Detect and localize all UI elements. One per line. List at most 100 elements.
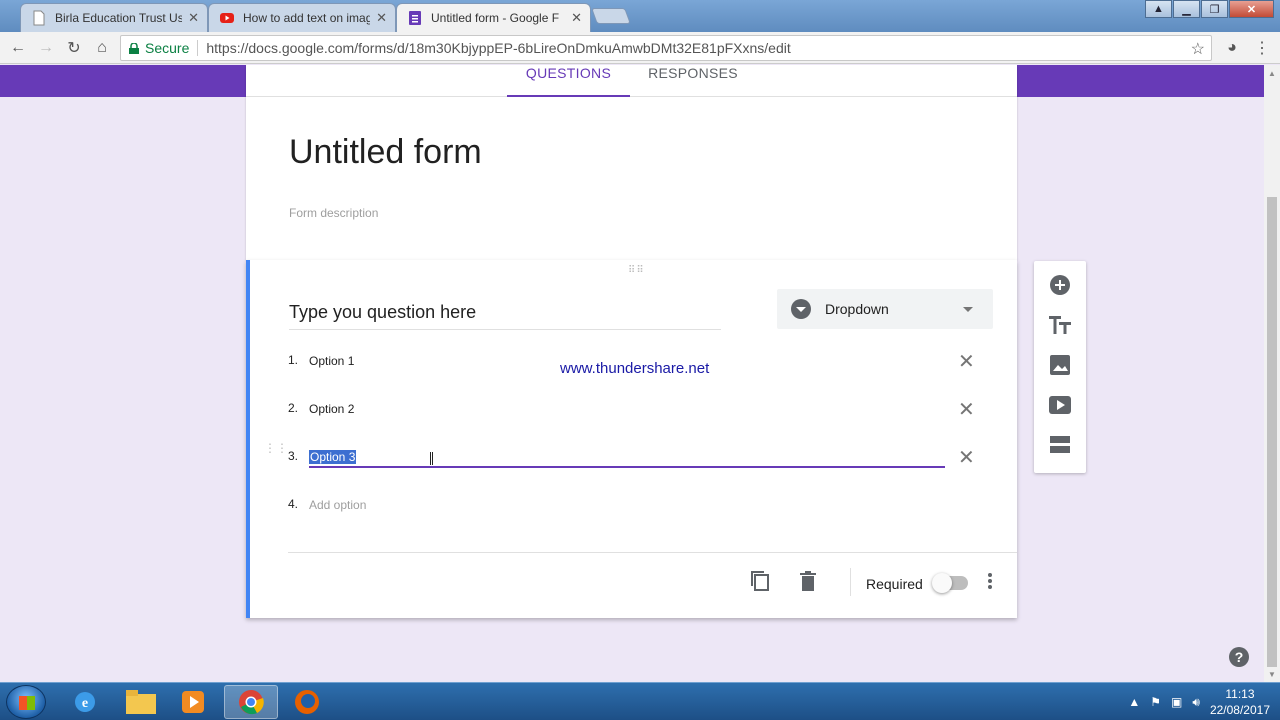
option-number: 3. <box>288 449 299 463</box>
browser-tab-title: Birla Education Trust Use <box>55 11 183 25</box>
option-row-1: 1. Option 1 ✕ <box>288 351 988 377</box>
close-tab-icon[interactable]: ✕ <box>571 10 582 26</box>
show-hidden-icons-icon[interactable]: ▲ <box>1128 695 1140 709</box>
form-header-card: QUESTIONS RESPONSES Untitled form Form d… <box>246 65 1017 260</box>
browser-tab-title: Untitled form - Google F <box>431 11 560 25</box>
drag-handle-icon[interactable]: ⠿⠿ <box>628 266 645 276</box>
system-tray: ▲ ⚑ ▣ 🔊︎ 11:13 22/08/2017 <box>1128 686 1270 718</box>
scrollbar-thumb[interactable] <box>1267 197 1277 667</box>
firefox-icon[interactable] <box>280 685 334 719</box>
option-row-3: ⋮⋮ 3. Option 3 ✕ <box>264 442 988 473</box>
window-controls: ▲ ▁ ❐ ✕ <box>1144 0 1274 18</box>
drag-handle-icon[interactable]: ⋮⋮ <box>264 442 288 454</box>
add-section-icon[interactable] <box>1048 433 1072 457</box>
delete-icon[interactable] <box>796 569 820 593</box>
form-editor-page: QUESTIONS RESPONSES Untitled form Form d… <box>0 65 1264 682</box>
close-icon[interactable]: ✕ <box>958 349 975 374</box>
svg-text:e: e <box>82 696 88 711</box>
browser-tab-title: How to add text on imag <box>243 11 371 25</box>
internet-explorer-icon[interactable]: e <box>58 685 112 719</box>
windows-taskbar: e ▲ ⚑ ▣ 🔊︎ 11:13 22/08/2017 <box>0 682 1280 720</box>
input-underline <box>309 466 945 468</box>
tab-responses[interactable]: RESPONSES <box>641 65 745 97</box>
reload-icon[interactable]: ↻ <box>60 34 88 62</box>
scroll-down-icon[interactable]: ▼ <box>1264 666 1280 682</box>
tab-questions[interactable]: QUESTIONS <box>507 65 630 97</box>
question-title-field[interactable]: Type you question here <box>289 302 721 330</box>
new-tab-button[interactable] <box>591 8 631 24</box>
divider <box>288 552 1017 553</box>
media-player-icon[interactable] <box>166 685 220 719</box>
form-description-field[interactable]: Form description <box>289 206 378 220</box>
add-image-icon[interactable] <box>1048 353 1072 377</box>
option-number: 4. <box>288 497 299 511</box>
restore-button[interactable]: ❐ <box>1201 0 1228 18</box>
back-icon[interactable]: ← <box>4 34 32 62</box>
browser-tab-strip: Birla Education Trust Use ✕ How to add t… <box>0 0 1280 32</box>
option-row-2: 2. Option 2 ✕ <box>288 399 988 425</box>
duplicate-icon[interactable] <box>748 569 772 593</box>
add-option-input[interactable]: Add option <box>309 498 366 512</box>
google-forms-icon <box>409 11 421 25</box>
question-type-label: Dropdown <box>825 301 889 317</box>
secure-label: Secure <box>145 40 190 56</box>
close-icon[interactable]: ✕ <box>958 397 975 422</box>
chrome-menu-icon[interactable]: ⋮ <box>1248 34 1276 62</box>
question-footer: Required <box>250 565 1017 605</box>
help-icon[interactable]: ? <box>1229 647 1249 667</box>
browser-tab-1[interactable]: Birla Education Trust Use ✕ <box>20 3 208 32</box>
add-question-icon[interactable] <box>1048 273 1072 297</box>
action-center-flag-icon[interactable]: ⚑ <box>1150 695 1161 709</box>
add-video-icon[interactable] <box>1048 393 1072 417</box>
question-card: ⠿⠿ Type you question here Dropdown www.t… <box>246 260 1017 618</box>
close-tab-icon[interactable]: ✕ <box>188 10 199 26</box>
browser-tab-2[interactable]: How to add text on imag ✕ <box>208 3 396 32</box>
page-scrollbar[interactable]: ▲ ▼ <box>1264 65 1280 682</box>
option-number: 2. <box>288 401 299 415</box>
option-number: 1. <box>288 353 299 367</box>
form-title[interactable]: Untitled form <box>289 133 482 172</box>
file-explorer-icon[interactable] <box>114 685 168 719</box>
lock-icon <box>129 42 139 54</box>
home-icon[interactable]: ⌂ <box>88 34 116 62</box>
clock-date: 22/08/2017 <box>1209 703 1270 717</box>
close-icon[interactable]: ✕ <box>958 445 975 470</box>
network-icon[interactable]: ▣ <box>1171 695 1182 709</box>
extension-icon[interactable]: ◕ <box>1218 34 1246 62</box>
url-text: https://docs.google.com/forms/d/18m30Kbj… <box>206 40 791 56</box>
browser-toolbar: ← → ↻ ⌂ Secure https://docs.google.com/f… <box>0 32 1280 64</box>
text-cursor <box>430 452 433 465</box>
chrome-icon[interactable] <box>224 685 278 719</box>
option-input[interactable]: Option 3 <box>309 450 357 464</box>
browser-tab-3[interactable]: Untitled form - Google F ✕ <box>396 3 591 32</box>
user-icon[interactable]: ▲ <box>1145 0 1172 18</box>
divider <box>197 40 199 56</box>
option-input[interactable]: Option 2 <box>309 402 354 416</box>
option-input[interactable]: Option 1 <box>309 354 354 368</box>
question-type-select[interactable]: Dropdown <box>777 289 993 329</box>
start-button[interactable] <box>6 685 46 719</box>
clock-time: 11:13 <box>1225 687 1255 701</box>
volume-icon[interactable]: 🔊︎ <box>1192 695 1200 710</box>
clock[interactable]: 11:13 22/08/2017 <box>1210 686 1270 718</box>
minimize-button[interactable]: ▁ <box>1173 0 1200 18</box>
add-option-row: 4. Add option <box>288 497 988 521</box>
scroll-up-icon[interactable]: ▲ <box>1264 65 1280 81</box>
required-label: Required <box>866 576 923 592</box>
required-toggle[interactable] <box>932 573 968 593</box>
divider <box>850 568 851 596</box>
address-bar[interactable]: Secure https://docs.google.com/forms/d/1… <box>120 35 1212 61</box>
close-tab-icon[interactable]: ✕ <box>376 10 387 26</box>
secure-indicator[interactable]: Secure <box>129 40 189 56</box>
bookmark-star-icon[interactable]: ☆ <box>1191 39 1205 59</box>
youtube-icon <box>220 13 234 23</box>
more-options-icon[interactable] <box>988 573 992 591</box>
forward-icon[interactable]: → <box>32 34 60 62</box>
close-window-button[interactable]: ✕ <box>1229 0 1274 18</box>
floating-toolbar <box>1034 261 1086 473</box>
add-title-icon[interactable] <box>1048 313 1072 337</box>
chevron-down-icon <box>963 307 973 312</box>
doc-icon <box>33 10 45 26</box>
dropdown-type-icon <box>791 299 811 319</box>
form-tabs: QUESTIONS RESPONSES <box>246 65 1017 97</box>
